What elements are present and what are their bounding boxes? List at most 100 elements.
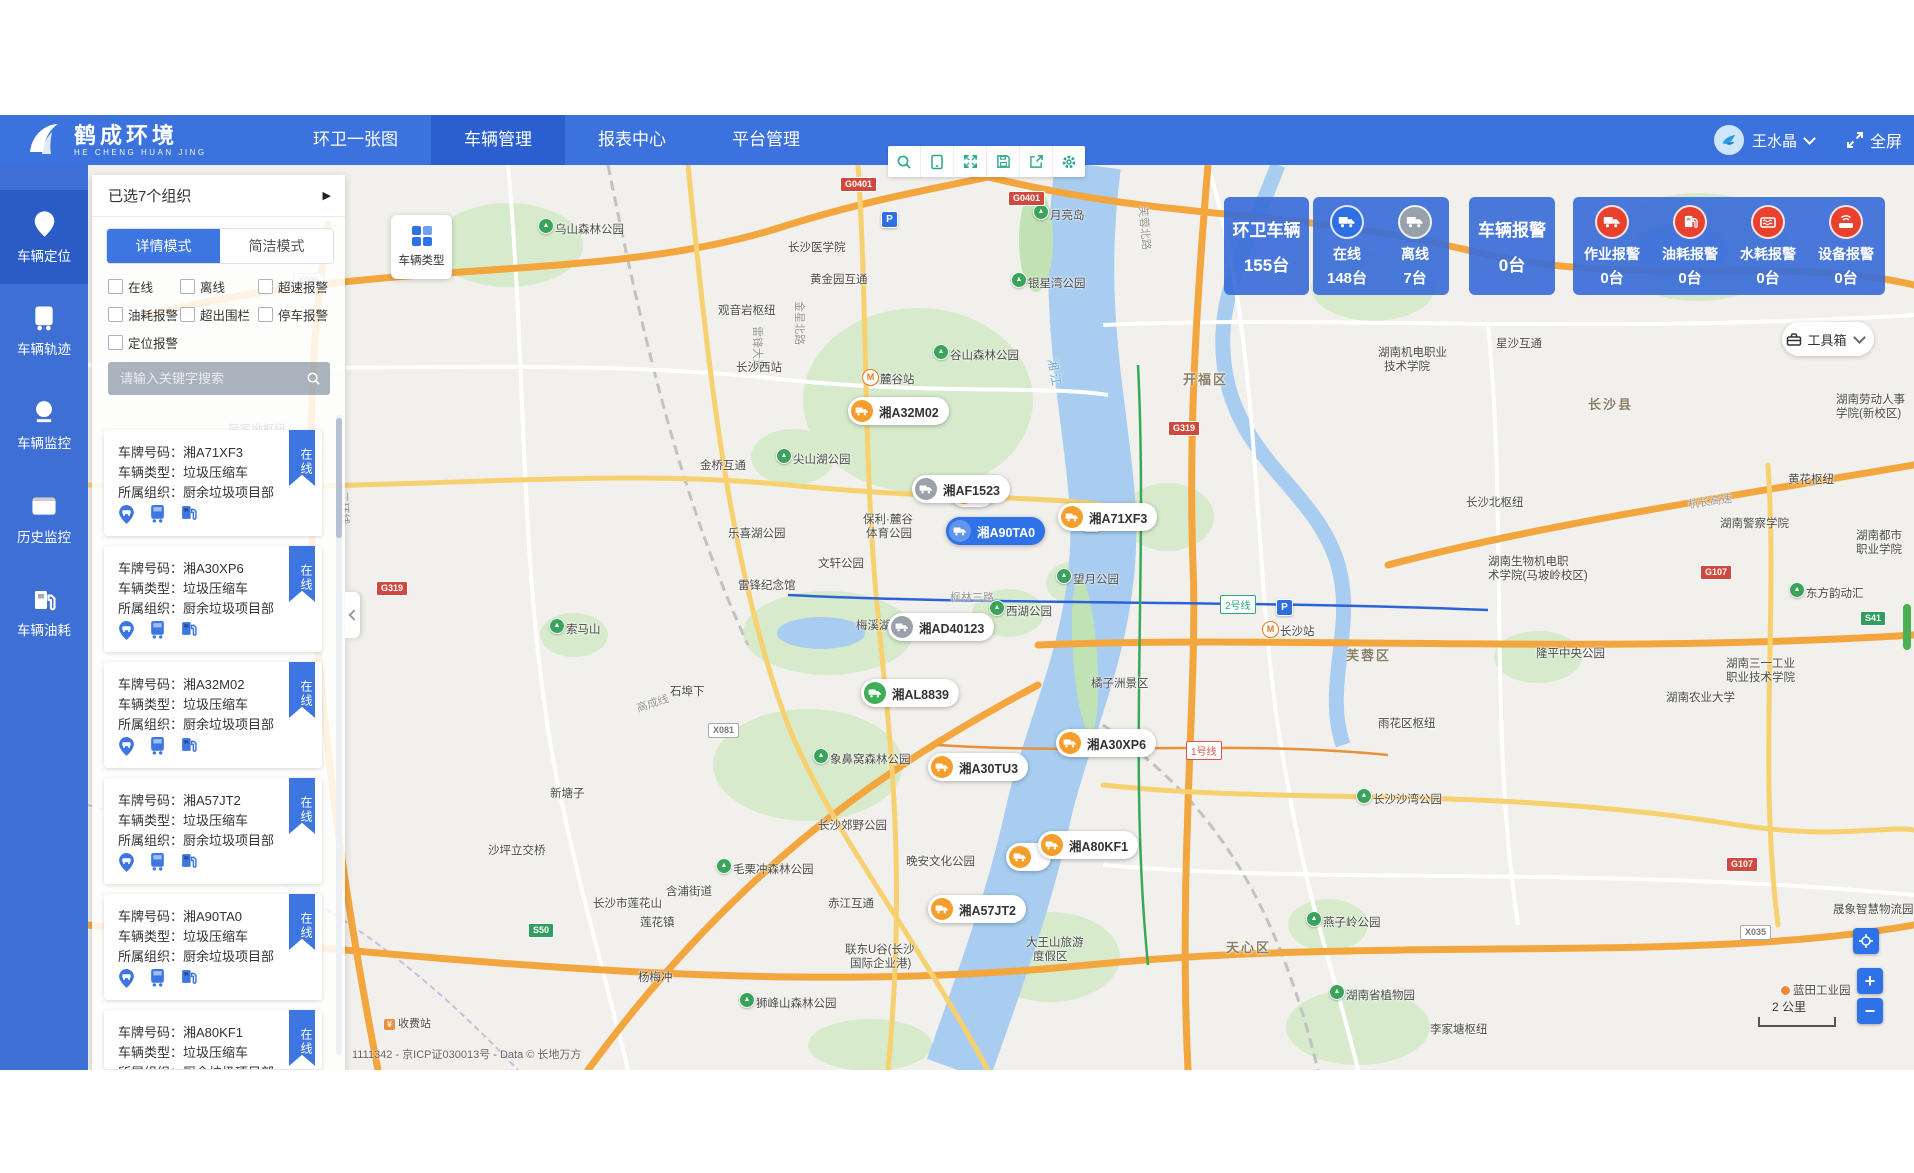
map-label: 星沙互通 bbox=[1496, 335, 1542, 351]
expand-right-icon[interactable]: ▶ bbox=[323, 189, 331, 202]
user-name[interactable]: 王水晶 bbox=[1752, 130, 1797, 151]
tab-detail-mode[interactable]: 详情模式 bbox=[107, 229, 220, 263]
sidebar-item-vehicle-location[interactable]: 车辆定位 bbox=[0, 190, 88, 284]
checkbox[interactable] bbox=[180, 307, 195, 322]
filter-offline[interactable]: 离线 bbox=[180, 277, 258, 296]
metro-station-icon: M bbox=[1262, 621, 1279, 638]
fullscreen-button[interactable]: 全屏 bbox=[1846, 128, 1902, 152]
nav-overview-map[interactable]: 环卫一张图 bbox=[280, 115, 431, 165]
panel-collapse-handle[interactable] bbox=[345, 592, 360, 638]
settings-gear-icon[interactable] bbox=[1053, 146, 1085, 177]
vehicle-marker[interactable]: 湘A80KF1 bbox=[1038, 831, 1138, 859]
fuel-vehicle-icon[interactable] bbox=[180, 852, 197, 873]
locate-vehicle-icon[interactable] bbox=[118, 968, 135, 989]
vehicle-card[interactable]: 车牌号码：湘A80KF1 车辆类型：垃圾压缩车 所属组织：厨余垃圾项目部 在线 bbox=[104, 1010, 322, 1069]
road-badge: G107 bbox=[1726, 857, 1758, 872]
track-vehicle-icon[interactable] bbox=[148, 968, 167, 989]
locate-vehicle-icon[interactable] bbox=[118, 504, 135, 525]
fuel-vehicle-icon[interactable] bbox=[180, 620, 197, 641]
filter-overspeed-alarm[interactable]: 超速报警 bbox=[258, 277, 328, 296]
search-input[interactable] bbox=[118, 370, 306, 387]
checkbox[interactable] bbox=[108, 307, 123, 322]
nav-report-center[interactable]: 报表中心 bbox=[565, 115, 699, 165]
map-label: 雨花区枢纽 bbox=[1378, 715, 1436, 731]
vehicle-marker[interactable]: 湘AF1523 bbox=[912, 475, 1010, 503]
vehicle-marker[interactable]: 湘A57JT2 bbox=[928, 895, 1026, 923]
chevron-down-icon[interactable] bbox=[1803, 132, 1816, 145]
filter-fuel-alarm[interactable]: 油耗报警 bbox=[108, 305, 180, 324]
track-vehicle-icon[interactable] bbox=[148, 736, 167, 757]
truck-icon bbox=[931, 898, 953, 920]
zoom-in-button[interactable]: + bbox=[1857, 968, 1883, 994]
toolbox-icon bbox=[1786, 331, 1802, 347]
vehicle-card[interactable]: 车牌号码：湘A32M02 车辆类型：垃圾压缩车 所属组织：厨余垃圾项目部 在线 bbox=[104, 662, 322, 768]
checkbox[interactable] bbox=[108, 335, 123, 350]
checkbox[interactable] bbox=[258, 307, 273, 322]
vehicle-type: 垃圾压缩车 bbox=[183, 581, 248, 596]
vehicle-marker[interactable]: 湘AL8839 bbox=[861, 679, 959, 707]
fuel-vehicle-icon[interactable] bbox=[180, 504, 197, 525]
locate-vehicle-icon[interactable] bbox=[118, 852, 135, 873]
tab-simple-mode[interactable]: 简洁模式 bbox=[220, 229, 333, 263]
vehicle-card[interactable]: 车牌号码：湘A71XF3 车辆类型：垃圾压缩车 所属组织：厨余垃圾项目部 在线 bbox=[104, 430, 322, 536]
locate-vehicle-icon[interactable] bbox=[118, 736, 135, 757]
map-label: 谷山森林公园 bbox=[950, 347, 1019, 363]
vehicle-marker[interactable]: 湘A71XF3 bbox=[1058, 503, 1157, 531]
track-vehicle-icon[interactable] bbox=[148, 620, 167, 641]
expand-extent-icon[interactable] bbox=[954, 146, 987, 177]
nav-vehicle-management[interactable]: 车辆管理 bbox=[431, 115, 565, 165]
save-icon[interactable] bbox=[987, 146, 1020, 177]
vehicle-marker-selected[interactable]: 湘A90TA0 bbox=[946, 517, 1045, 545]
filter-geofence-alarm[interactable]: 超出围栏 bbox=[180, 305, 258, 324]
export-icon[interactable] bbox=[1020, 146, 1053, 177]
search-icon[interactable] bbox=[306, 371, 321, 386]
sidebar-item-history-monitor[interactable]: 历史监控 bbox=[0, 472, 88, 566]
vehicle-card[interactable]: 车牌号码：湘A30XP6 车辆类型：垃圾压缩车 所属组织：厨余垃圾项目部 在线 bbox=[104, 546, 322, 652]
vehicle-type: 垃圾压缩车 bbox=[183, 465, 248, 480]
vehicle-org: 厨余垃圾项目部 bbox=[183, 717, 274, 732]
nav-platform-management[interactable]: 平台管理 bbox=[699, 115, 833, 165]
vehicle-marker[interactable]: 湘AD40123 bbox=[888, 613, 994, 641]
locate-button[interactable] bbox=[1853, 928, 1879, 954]
map-road-label: 金星北路 bbox=[792, 301, 808, 345]
checkbox[interactable] bbox=[180, 279, 195, 294]
locate-vehicle-icon[interactable] bbox=[118, 620, 135, 641]
alarm-value: 0台 bbox=[1600, 267, 1623, 288]
device-view-icon[interactable] bbox=[921, 146, 954, 177]
fuel-vehicle-icon[interactable] bbox=[180, 968, 197, 989]
zoom-out-button[interactable]: − bbox=[1857, 998, 1883, 1024]
map-label: 莲花镇 bbox=[640, 914, 675, 930]
checkbox[interactable] bbox=[108, 279, 123, 294]
list-scrollbar-thumb[interactable] bbox=[336, 418, 342, 538]
filter-location-alarm[interactable]: 定位报警 bbox=[108, 333, 180, 352]
map-district-label: 天心区 bbox=[1226, 937, 1271, 956]
sidebar-item-vehicle-fuel[interactable]: 车辆油耗 bbox=[0, 566, 88, 660]
fullscreen-label: 全屏 bbox=[1870, 128, 1902, 152]
logo-icon bbox=[22, 118, 66, 162]
sidebar-item-vehicle-monitor[interactable]: 车辆监控 bbox=[0, 378, 88, 472]
road-badge: G319 bbox=[376, 581, 408, 596]
measure-tool-icon[interactable] bbox=[888, 146, 921, 177]
vehicle-card[interactable]: 车牌号码：湘A90TA0 车辆类型：垃圾压缩车 所属组织：厨余垃圾项目部 在线 bbox=[104, 894, 322, 1000]
vehicle-marker[interactable]: 湘A32M02 bbox=[848, 397, 949, 425]
map-label: 毛栗冲森林公园 bbox=[733, 861, 814, 877]
sidebar-item-vehicle-track[interactable]: 车辆轨迹 bbox=[0, 284, 88, 378]
vehicle-type-button[interactable]: 车辆类型 bbox=[391, 215, 452, 279]
checkbox[interactable] bbox=[258, 279, 273, 294]
fullscreen-icon bbox=[1846, 131, 1864, 149]
right-scroll-thumb[interactable] bbox=[1903, 604, 1911, 650]
vehicle-marker[interactable]: 湘A30XP6 bbox=[1056, 729, 1156, 757]
track-vehicle-icon[interactable] bbox=[148, 852, 167, 873]
toolbox-button[interactable]: 工具箱 bbox=[1782, 322, 1874, 356]
vehicle-card[interactable]: 车牌号码：湘A57JT2 车辆类型：垃圾压缩车 所属组织：厨余垃圾项目部 在线 bbox=[104, 778, 322, 884]
map-label: 杨梅冲 bbox=[638, 969, 673, 985]
filter-online[interactable]: 在线 bbox=[108, 277, 180, 296]
park-pin-icon: ▲ bbox=[813, 748, 829, 764]
filter-parking-alarm[interactable]: 停车报警 bbox=[258, 305, 328, 324]
fuel-vehicle-icon[interactable] bbox=[180, 736, 197, 757]
map-canvas[interactable]: 金星北路 芙蓉北路 雷锋大道 杭长高速 湘江 三环线 高成线 枫林三路 乌山森林… bbox=[88, 165, 1914, 1070]
user-avatar[interactable] bbox=[1714, 125, 1744, 155]
marker-plate: 湘A32M02 bbox=[879, 402, 939, 421]
track-vehicle-icon[interactable] bbox=[148, 504, 167, 525]
vehicle-marker[interactable]: 湘A30TU3 bbox=[928, 753, 1028, 781]
